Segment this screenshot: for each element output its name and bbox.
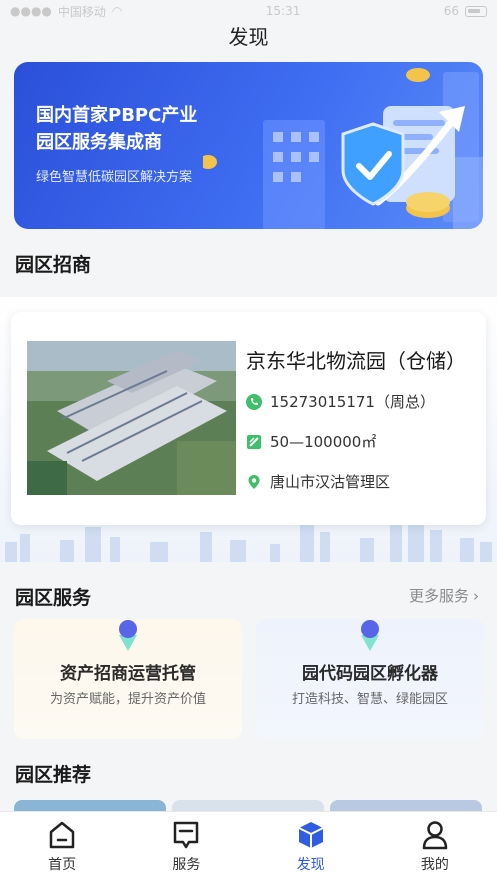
service-title: 园代码园区孵化器 bbox=[302, 664, 438, 684]
signal-icon: ●●●● bbox=[10, 4, 52, 18]
banner-subtitle: 绿色智慧低碳园区解决方案 bbox=[36, 170, 193, 185]
status-bar: ●●●● 中国移动 ◠ 15:31 66 bbox=[0, 0, 497, 22]
park-location-row: 唐山市汉沽管理区 bbox=[246, 471, 390, 492]
service-desc: 为资产赋能，提升资产价值 bbox=[49, 692, 206, 707]
tab-home[interactable]: 首页 bbox=[0, 812, 124, 883]
phone-icon bbox=[246, 393, 262, 410]
park-area: 50—100000㎡ bbox=[270, 433, 377, 451]
service-pin-icon bbox=[119, 620, 137, 651]
park-photo bbox=[27, 341, 236, 495]
location-pin-icon bbox=[248, 474, 260, 489]
chevron-right-icon: › bbox=[473, 586, 479, 605]
message-icon bbox=[174, 821, 199, 849]
park-area-row: 50—100000㎡ bbox=[246, 431, 376, 452]
service-desc: 打造科技、智慧、绿能园区 bbox=[291, 692, 448, 707]
park-phone-row[interactable]: 15273015171（周总） bbox=[246, 391, 435, 412]
park-location: 唐山市汉沽管理区 bbox=[270, 473, 391, 491]
park-name: 京东华北物流园（仓储） bbox=[246, 349, 466, 373]
area-icon bbox=[247, 434, 261, 449]
tab-mine[interactable]: 我的 bbox=[373, 812, 497, 883]
page-title: 发现 bbox=[228, 25, 269, 49]
recommend-section-title: 园区推荐 bbox=[15, 764, 92, 786]
wifi-icon: ◠ bbox=[111, 4, 123, 18]
tab-discover[interactable]: 发现 bbox=[249, 812, 373, 883]
discover-page: ●●●● 中国移动 ◠ 15:31 66 发现 国内首家PBPC产业 园区服务集… bbox=[0, 0, 497, 883]
carrier-label: 中国移动 bbox=[57, 4, 106, 19]
battery-percent: 66 bbox=[443, 4, 459, 18]
user-icon bbox=[422, 821, 448, 850]
service-card-asset[interactable]: 资产招商运营托管 为资产赋能，提升资产价值 bbox=[14, 619, 242, 739]
tab-service[interactable]: 服务 bbox=[124, 812, 248, 883]
park-card[interactable]: 京东华北物流园（仓储） 15273015171（周总） 50—100000㎡ 唐… bbox=[11, 312, 486, 525]
promo-banner[interactable]: 国内首家PBPC产业 园区服务集成商 绿色智慧低碳园区解决方案 bbox=[14, 62, 483, 229]
service-title: 资产招商运营托管 bbox=[60, 664, 196, 684]
clock: 15:31 bbox=[265, 4, 301, 18]
bottom-tab-bar: 首页 服务 发现 我的 bbox=[0, 811, 497, 883]
recruit-section-title: 园区招商 bbox=[15, 254, 92, 276]
service-pin-icon bbox=[361, 620, 379, 651]
battery-icon bbox=[464, 5, 487, 17]
park-phone: 15273015171（周总） bbox=[270, 393, 435, 411]
cube-icon bbox=[298, 822, 324, 848]
service-section-title: 园区服务 bbox=[15, 587, 92, 609]
more-services-link[interactable]: 更多服务 › bbox=[409, 585, 479, 606]
home-icon bbox=[49, 821, 75, 849]
service-card-incubator[interactable]: 园代码园区孵化器 打造科技、智慧、绿能园区 bbox=[256, 619, 484, 739]
banner-illustration bbox=[203, 68, 483, 229]
banner-headline: 国内首家PBPC产业 园区服务集成商 bbox=[36, 105, 198, 153]
